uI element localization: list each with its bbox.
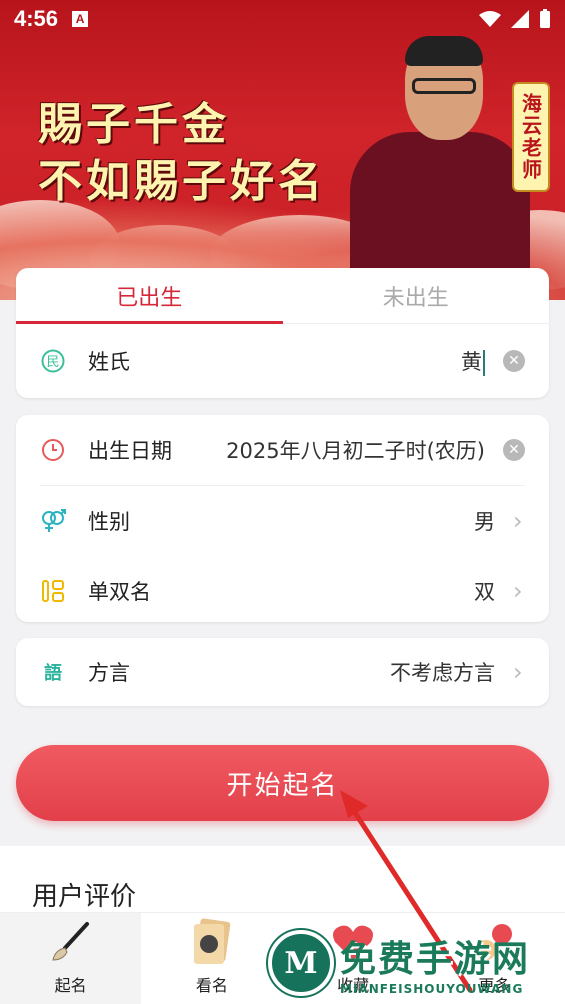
gender-row[interactable]: 性别 男 › bbox=[16, 486, 549, 556]
birth-status-tabs: 已出生 未出生 bbox=[16, 268, 549, 324]
surname-card: 已出生 未出生 民 姓氏 黄 ✕ bbox=[16, 268, 549, 398]
clock-icon bbox=[40, 437, 66, 463]
tab-born[interactable]: 已出生 bbox=[16, 268, 283, 324]
banner-title-line2: 不如賜子好名 bbox=[38, 156, 326, 207]
dialect-icon: 語 bbox=[44, 663, 62, 684]
birth-date-value: 2025年八月初二子时(农历) bbox=[226, 439, 485, 463]
nav-label: 看名 bbox=[195, 976, 228, 995]
reviews-title: 用户评价 bbox=[32, 882, 137, 912]
name-length-icon bbox=[40, 578, 66, 604]
teacher-tag: 海云老师 bbox=[512, 82, 550, 192]
more-icon bbox=[470, 918, 518, 966]
brush-icon bbox=[47, 918, 95, 966]
dialect-row[interactable]: 語 方言 不考虑方言 › bbox=[16, 638, 549, 706]
nav-item-view-name[interactable]: 看名 bbox=[141, 913, 282, 1004]
surname-row[interactable]: 民 姓氏 黄 ✕ bbox=[16, 324, 549, 398]
notification-icon: A bbox=[72, 11, 89, 27]
chevron-right-icon: › bbox=[513, 577, 523, 605]
clear-surname-icon[interactable]: ✕ bbox=[503, 350, 525, 372]
dialect-value: 不考虑方言 bbox=[390, 661, 495, 685]
status-time: 4:56 bbox=[14, 6, 59, 31]
chevron-right-icon: › bbox=[513, 658, 523, 686]
birth-date-label: 出生日期 bbox=[88, 439, 172, 463]
tab-unborn[interactable]: 未出生 bbox=[283, 268, 550, 323]
nav-label: 更多 bbox=[478, 976, 511, 995]
details-card: 出生日期 2025年八月初二子时(农历) ✕ 性别 男 › 单双名 双 › bbox=[16, 415, 549, 622]
nav-item-naming[interactable]: 起名 bbox=[0, 913, 142, 1004]
battery-icon bbox=[540, 9, 550, 28]
reviews-section: 用户评价 bbox=[0, 846, 565, 916]
nav-label: 起名 bbox=[54, 976, 87, 995]
name-length-row[interactable]: 单双名 双 › bbox=[16, 556, 549, 626]
surname-input[interactable]: 黄 bbox=[461, 346, 485, 376]
status-bar: 4:56 A bbox=[0, 0, 565, 38]
signal-icon bbox=[511, 10, 529, 28]
name-length-label: 单双名 bbox=[88, 580, 151, 604]
name-card-icon bbox=[188, 918, 236, 966]
wifi-icon bbox=[479, 11, 501, 27]
gender-icon bbox=[40, 508, 66, 534]
header-banner: 4:56 A 賜子千金 不如賜子好名 海云老师 bbox=[0, 0, 565, 300]
bottom-nav: 起名 看名 收藏 更多 bbox=[0, 912, 565, 1004]
heart-icon bbox=[329, 918, 377, 966]
nav-item-favorites[interactable]: 收藏 bbox=[283, 913, 424, 1004]
gender-value: 男 bbox=[474, 510, 495, 534]
nav-label: 收藏 bbox=[337, 976, 370, 995]
svg-text:民: 民 bbox=[46, 355, 59, 370]
name-length-value: 双 bbox=[474, 580, 495, 604]
clear-date-icon[interactable]: ✕ bbox=[503, 439, 525, 461]
teacher-photo bbox=[350, 36, 530, 282]
birth-date-row[interactable]: 出生日期 2025年八月初二子时(农历) ✕ bbox=[16, 415, 549, 485]
surname-label: 姓氏 bbox=[88, 350, 130, 374]
start-naming-button[interactable]: 开始起名 bbox=[16, 745, 549, 821]
banner-title-line1: 賜子千金 bbox=[38, 99, 230, 150]
dialect-card: 語 方言 不考虑方言 › bbox=[16, 638, 549, 706]
dialect-label: 方言 bbox=[88, 661, 130, 685]
nav-item-more[interactable]: 更多 bbox=[424, 913, 565, 1004]
chevron-right-icon: › bbox=[513, 507, 523, 535]
surname-icon: 民 bbox=[40, 348, 66, 374]
gender-label: 性别 bbox=[88, 510, 130, 534]
